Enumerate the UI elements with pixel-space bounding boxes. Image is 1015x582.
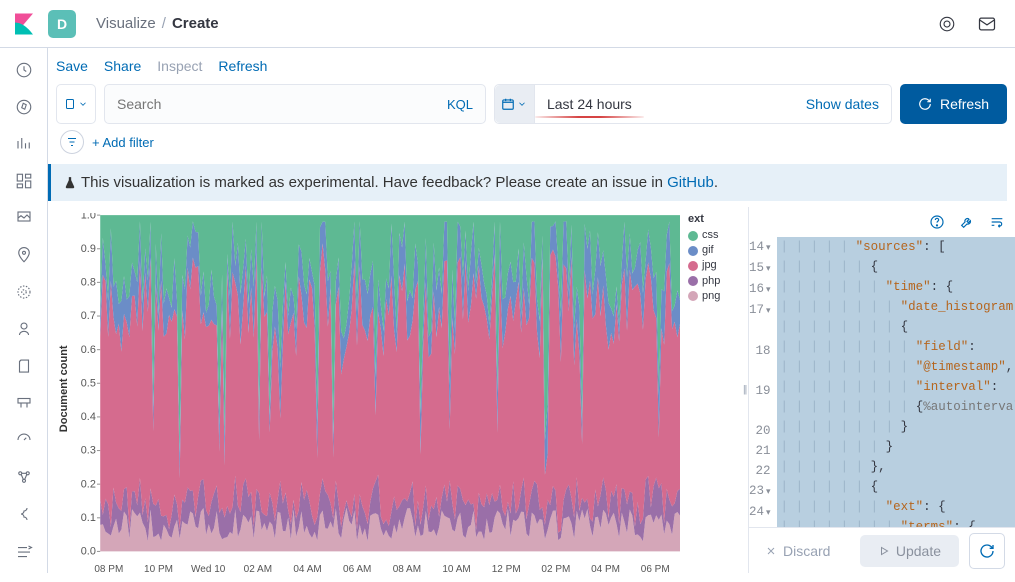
main-area: Save Share Inspect Refresh KQL Last 24 h… xyxy=(48,48,1015,573)
wrap-icon[interactable] xyxy=(989,214,1005,230)
nav-maps-icon[interactable] xyxy=(14,245,34,264)
nav-ml-icon[interactable] xyxy=(14,282,34,301)
legend-item-gif[interactable]: gif xyxy=(688,244,748,257)
svg-text:0.2: 0.2 xyxy=(81,478,96,490)
kql-badge[interactable]: KQL xyxy=(447,97,473,112)
refresh-link[interactable]: Refresh xyxy=(218,58,267,74)
x-axis-ticks: 08 PM10 PMWed 1002 AM04 AM06 AM08 AM10 A… xyxy=(56,564,680,575)
date-picker[interactable]: Last 24 hours Show dates xyxy=(494,84,892,124)
update-button: Update xyxy=(860,535,959,567)
breadcrumb-current: Create xyxy=(172,15,219,32)
nav-uptime-icon[interactable] xyxy=(14,431,34,450)
svg-text:0.7: 0.7 xyxy=(81,310,96,322)
search-box[interactable]: KQL xyxy=(104,84,486,124)
search-input[interactable] xyxy=(117,96,447,112)
filter-row: + Add filter xyxy=(48,124,1015,164)
svg-text:0.9: 0.9 xyxy=(81,243,96,255)
save-link[interactable]: Save xyxy=(56,58,88,74)
svg-text:0.4: 0.4 xyxy=(81,411,96,423)
date-range-text[interactable]: Last 24 hours xyxy=(535,96,644,112)
share-link[interactable]: Share xyxy=(104,58,141,74)
svg-text:0.8: 0.8 xyxy=(81,277,96,289)
svg-text:0.5: 0.5 xyxy=(81,378,96,390)
kibana-logo xyxy=(12,12,36,36)
chart-pane: Document count 0.00.10.20.30.40.50.60.70… xyxy=(48,207,688,573)
nav-collapse-icon[interactable] xyxy=(14,542,34,561)
saved-queries-button[interactable] xyxy=(56,84,96,124)
legend-item-css[interactable]: css xyxy=(688,229,748,242)
github-link[interactable]: GitHub xyxy=(667,174,714,191)
editor-pane: 14▾15▾16▾17▾ 18 19 20212223▾24▾25▾26 272… xyxy=(749,207,1015,573)
breadcrumb-separator: / xyxy=(162,15,166,32)
nav-logs-icon[interactable] xyxy=(14,357,34,376)
top-header: D Visualize / Create xyxy=(0,0,1015,48)
legend-item-png[interactable]: png xyxy=(688,290,748,303)
svg-text:0.1: 0.1 xyxy=(81,512,96,524)
query-row: KQL Last 24 hours Show dates Refresh xyxy=(48,84,1015,124)
nav-metrics-icon[interactable] xyxy=(14,320,34,339)
breadcrumb: Visualize / Create xyxy=(96,15,219,32)
inspect-link: Inspect xyxy=(157,58,202,74)
filter-options-icon[interactable] xyxy=(60,130,84,154)
discard-button[interactable]: Discard xyxy=(765,543,830,559)
refresh-button-label: Refresh xyxy=(940,96,989,112)
calendar-icon[interactable] xyxy=(495,85,535,123)
content-row: Document count 0.00.10.20.30.40.50.60.70… xyxy=(48,207,1015,573)
nav-dashboard-icon[interactable] xyxy=(14,171,34,190)
nav-siem-icon[interactable] xyxy=(14,468,34,487)
breadcrumb-parent[interactable]: Visualize xyxy=(96,15,156,32)
svg-text:0.0: 0.0 xyxy=(81,546,96,558)
editor-toolbar xyxy=(749,207,1015,237)
refresh-button[interactable]: Refresh xyxy=(900,84,1007,124)
nav-apm-icon[interactable] xyxy=(14,394,34,413)
editor-footer: Discard Update xyxy=(749,527,1015,573)
legend-item-php[interactable]: php xyxy=(688,275,748,288)
space-badge[interactable]: D xyxy=(48,10,76,38)
svg-text:0.3: 0.3 xyxy=(81,445,96,457)
callout-text: This visualization is marked as experime… xyxy=(81,174,718,191)
nav-visualize-icon[interactable] xyxy=(14,134,34,153)
legend-title: ext xyxy=(688,213,748,225)
show-dates-link[interactable]: Show dates xyxy=(806,96,879,112)
code-editor[interactable]: 14▾15▾16▾17▾ 18 19 20212223▾24▾25▾26 272… xyxy=(749,237,1015,527)
nav-canvas-icon[interactable] xyxy=(14,208,34,227)
stacked-area-chart: 0.0 0.1 0.2 0.3 0.4 0.5 0.6 0.7 0.8 0.9 1.0 xyxy=(72,213,680,564)
experimental-callout: This visualization is marked as experime… xyxy=(48,164,1007,201)
nav-discover-icon[interactable] xyxy=(14,97,34,116)
flask-icon xyxy=(63,176,77,190)
svg-text:0.6: 0.6 xyxy=(81,344,96,356)
news-icon[interactable] xyxy=(931,8,963,40)
nav-dev-icon[interactable] xyxy=(14,505,34,524)
action-links: Save Share Inspect Refresh xyxy=(48,48,1015,84)
svg-text:1.0: 1.0 xyxy=(81,213,96,221)
reload-button[interactable] xyxy=(969,533,1005,569)
chart-legend: ext css gif jpg php png xyxy=(688,207,748,573)
mail-icon[interactable] xyxy=(971,8,1003,40)
y-axis-label: Document count xyxy=(56,213,72,564)
side-nav xyxy=(0,48,48,573)
nav-recent-icon[interactable] xyxy=(14,60,34,79)
wrench-icon[interactable] xyxy=(959,214,975,230)
add-filter-button[interactable]: + Add filter xyxy=(92,135,154,150)
help-icon[interactable] xyxy=(929,214,945,230)
legend-item-jpg[interactable]: jpg xyxy=(688,259,748,272)
